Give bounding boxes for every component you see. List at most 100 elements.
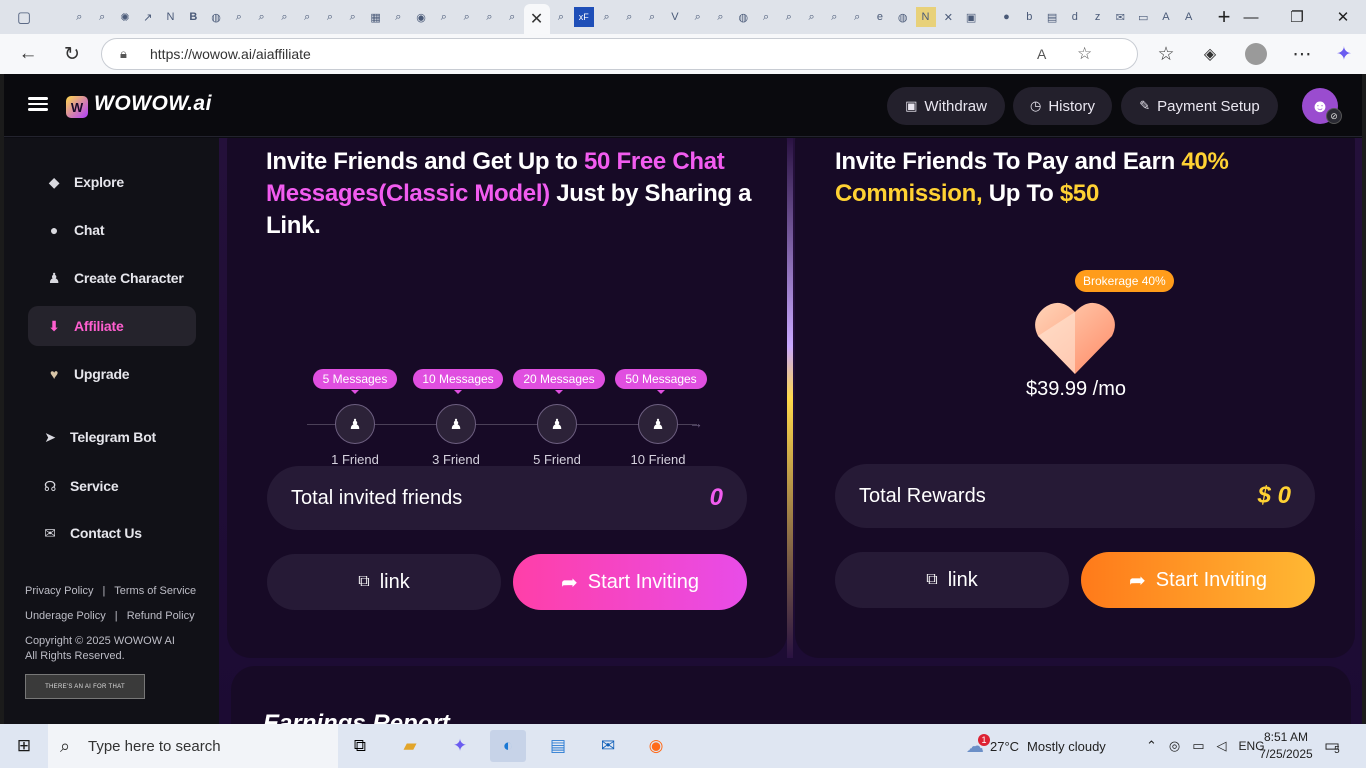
- windows-start-icon[interactable]: ⊞: [6, 730, 42, 762]
- underage-policy-link[interactable]: Underage Policy: [25, 610, 106, 622]
- tab-openai-icon[interactable]: ✺: [115, 7, 135, 27]
- tab-x-icon[interactable]: ✕: [938, 7, 958, 27]
- active-tab[interactable]: ✕: [523, 4, 550, 34]
- tab-search-icon[interactable]: ⌕: [824, 7, 844, 27]
- tab-search-icon[interactable]: ⌕: [802, 7, 822, 27]
- tab-xf-icon[interactable]: xF: [573, 7, 594, 27]
- sidebar-item-upgrade[interactable]: ♥ Upgrade: [28, 354, 196, 394]
- tab-zm-icon[interactable]: z: [1088, 7, 1108, 27]
- battery-icon[interactable]: ▭: [1192, 738, 1204, 754]
- sidebar-item-service[interactable]: ☊ Service: [24, 466, 192, 506]
- tab-d-icon[interactable]: d: [1065, 7, 1085, 27]
- history-button[interactable]: ◷ History: [1013, 87, 1112, 125]
- tab-vm-icon[interactable]: V: [665, 7, 685, 27]
- tab-circle-icon[interactable]: ●: [996, 7, 1016, 27]
- tab-search-icon[interactable]: ⌕: [252, 7, 272, 27]
- privacy-policy-link[interactable]: Privacy Policy: [25, 585, 93, 597]
- tab-chart-icon[interactable]: ↗: [138, 7, 158, 27]
- clock[interactable]: 8:51 AM 7/25/2025: [1254, 724, 1318, 768]
- logo-icon[interactable]: W: [66, 96, 88, 118]
- tab-search-icon[interactable]: ⌕: [434, 7, 454, 27]
- tab-edge-icon[interactable]: e: [870, 7, 890, 27]
- tab-mail-icon[interactable]: ✉: [1110, 7, 1130, 27]
- theres-an-ai-badge[interactable]: THERE'S AN AI FOR THAT: [25, 674, 145, 699]
- copy-link-button[interactable]: ⧉ link: [835, 552, 1069, 608]
- back-arrow-icon[interactable]: ←: [8, 34, 48, 74]
- tab-globe-icon[interactable]: ◍: [893, 7, 913, 27]
- tab-search-icon[interactable]: ⌕: [551, 7, 571, 27]
- sidebar-item-explore[interactable]: ◆ Explore: [28, 162, 196, 202]
- withdraw-button[interactable]: ▣ Withdraw: [887, 87, 1005, 125]
- sidebar-item-contact-us[interactable]: ✉ Contact Us: [24, 513, 192, 553]
- tab-cookie-icon[interactable]: ◉: [411, 7, 431, 27]
- tab-search-icon[interactable]: ⌕: [479, 7, 499, 27]
- tab-ag-icon[interactable]: A: [1156, 7, 1176, 27]
- sidebar-item-create-character[interactable]: ♟ Create Character: [28, 258, 196, 298]
- tab-search-icon[interactable]: ⌕: [847, 7, 867, 27]
- tab-search-icon[interactable]: ⌕: [779, 7, 799, 27]
- tab-ab-icon[interactable]: A: [1179, 7, 1199, 27]
- sidebar-item-telegram-bot[interactable]: ➤ Telegram Bot: [24, 417, 192, 457]
- tab-globe-icon[interactable]: ◍: [206, 7, 226, 27]
- logo-text[interactable]: WOWOW.ai: [94, 92, 212, 116]
- tab-doc-icon[interactable]: ▭: [1133, 7, 1153, 27]
- tab-b-icon[interactable]: b: [1019, 7, 1039, 27]
- sidebar-item-affiliate[interactable]: ⬇ Affiliate: [28, 306, 196, 346]
- tab-search-icon[interactable]: ⌕: [457, 7, 477, 27]
- tab-n-icon[interactable]: N: [915, 7, 936, 27]
- minimize-button[interactable]: —: [1228, 0, 1274, 34]
- terms-of-service-link[interactable]: Terms of Service: [114, 585, 196, 597]
- task-view-icon[interactable]: ⧉: [342, 730, 378, 762]
- tab-search-icon[interactable]: ⌕: [756, 7, 776, 27]
- tab-search-icon[interactable]: ⌕: [642, 7, 662, 27]
- notification-center-icon[interactable]: ▭ 5: [1324, 724, 1340, 768]
- edge-browser-icon[interactable]: ◐: [490, 730, 526, 762]
- hamburger-menu-icon[interactable]: [28, 94, 48, 114]
- tab-search-icon[interactable]: ⌕: [502, 7, 522, 27]
- weather-widget[interactable]: ☁ 1 27°C Mostly cloudy: [966, 724, 1106, 768]
- tab-search-icon[interactable]: ⌕: [320, 7, 340, 27]
- microsoft-store-icon[interactable]: ▤: [540, 730, 576, 762]
- start-inviting-button[interactable]: ➦ Start Inviting: [1081, 552, 1315, 608]
- tab-search-icon[interactable]: ⌕: [597, 7, 617, 27]
- tab-search-icon[interactable]: ⌕: [297, 7, 317, 27]
- copilot-icon[interactable]: ✦: [1324, 34, 1364, 74]
- refund-policy-link[interactable]: Refund Policy: [127, 610, 195, 622]
- sidebar-item-chat[interactable]: ● Chat: [28, 210, 196, 250]
- favorites-icon[interactable]: ☆: [1146, 34, 1186, 74]
- tab-grid-icon[interactable]: ▦: [366, 7, 386, 27]
- start-inviting-button[interactable]: ➦ Start Inviting: [513, 554, 747, 610]
- url-field[interactable]: 🔒︎ https://wowow.ai/aiaffiliate A ☆: [101, 38, 1138, 70]
- tab-search-icon[interactable]: ⌕: [229, 7, 249, 27]
- tab-bold-icon[interactable]: B: [183, 7, 203, 27]
- tab-globe-icon[interactable]: ◍: [733, 7, 753, 27]
- tab-search-icon[interactable]: ⌕: [274, 7, 294, 27]
- network-icon[interactable]: ◎: [1169, 738, 1180, 754]
- file-explorer-icon[interactable]: ▰: [392, 730, 428, 762]
- refresh-icon[interactable]: ↻: [52, 34, 92, 74]
- tab-search-icon[interactable]: ⌕: [619, 7, 639, 27]
- tab-app-icon[interactable]: ▣: [961, 7, 981, 27]
- close-window-button[interactable]: ✕: [1320, 0, 1366, 34]
- taskbar-search-box[interactable]: ⌕ Type here to search: [48, 724, 338, 768]
- tab-search-icon[interactable]: ⌕: [710, 7, 730, 27]
- tab-search-icon[interactable]: ⌕: [343, 7, 363, 27]
- chevron-up-icon[interactable]: ⌃: [1146, 738, 1157, 754]
- tab-search-icon[interactable]: ⌕: [388, 7, 408, 27]
- outlook-icon[interactable]: ✉: [590, 730, 626, 762]
- volume-icon[interactable]: ◁: [1217, 738, 1227, 754]
- copilot-app-icon[interactable]: ✦: [442, 730, 478, 762]
- firefox-icon[interactable]: ◉: [638, 730, 674, 762]
- payment-setup-button[interactable]: ✎ Payment Setup: [1121, 87, 1278, 125]
- more-menu-icon[interactable]: ⋯: [1282, 34, 1322, 74]
- read-aloud-icon[interactable]: A: [1037, 46, 1046, 62]
- restore-button[interactable]: ❐: [1274, 0, 1320, 34]
- tab-search-icon[interactable]: ⌕: [69, 7, 89, 27]
- tab-search-icon[interactable]: ⌕: [92, 7, 112, 27]
- tab-app-icon[interactable]: ▤: [1042, 7, 1062, 27]
- copy-link-button[interactable]: ⧉ link: [267, 554, 501, 610]
- profile-avatar-icon[interactable]: [1236, 34, 1276, 74]
- tab-notion-icon[interactable]: N: [161, 7, 181, 27]
- favorite-star-icon[interactable]: ☆: [1077, 44, 1092, 64]
- tab-actions-icon[interactable]: ▢: [14, 7, 34, 27]
